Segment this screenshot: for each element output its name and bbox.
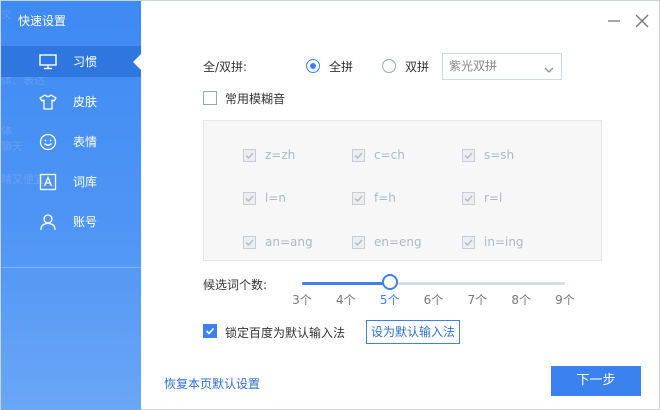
fuzzy-option-checkbox bbox=[352, 235, 365, 249]
sidebar-item-dictionary[interactable]: 词库 bbox=[1, 166, 141, 197]
sidebar-item-label: 习惯 bbox=[73, 55, 98, 69]
slider-tick-label[interactable]: 4个 bbox=[331, 291, 361, 308]
fuzzy-option-label: r=l bbox=[484, 191, 503, 205]
fuzzy-pinyin-checkbox[interactable] bbox=[203, 91, 217, 105]
pinyin-mode-label: 全/双拼: bbox=[203, 60, 248, 74]
fuzzy-option: s=sh bbox=[462, 148, 514, 162]
slider-tick-label[interactable]: 8个 bbox=[506, 291, 536, 308]
fuzzy-option-checkbox bbox=[243, 235, 256, 249]
chevron-down-icon bbox=[543, 60, 555, 73]
fuzzy-option-checkbox bbox=[462, 148, 475, 162]
slider-tick-label[interactable]: 7个 bbox=[462, 291, 492, 308]
double-pinyin-radio[interactable] bbox=[382, 59, 396, 73]
fuzzy-option-checkbox bbox=[352, 191, 365, 205]
fuzzy-option: z=zh bbox=[243, 148, 295, 162]
fuzzy-option-checkbox bbox=[352, 148, 365, 162]
smiley-icon bbox=[39, 133, 57, 151]
slider-handle[interactable] bbox=[381, 274, 398, 290]
fuzzy-option-label: en=eng bbox=[374, 235, 422, 249]
sidebar-divider bbox=[1, 267, 141, 268]
fuzzy-option: c=ch bbox=[352, 148, 405, 162]
fuzzy-option: f=h bbox=[352, 191, 396, 205]
sidebar-item-emoji[interactable]: 表情 bbox=[1, 126, 141, 157]
select-value: 紫光双拼 bbox=[449, 59, 498, 73]
sidebar-title: 快速设置 bbox=[18, 14, 67, 28]
fuzzy-pinyin-label: 常用模糊音 bbox=[225, 92, 286, 106]
candidate-count-label: 候选词个数: bbox=[203, 278, 268, 292]
fuzzy-option-checkbox bbox=[462, 191, 475, 205]
double-pinyin-scheme-select[interactable]: 紫光双拼 bbox=[442, 53, 562, 80]
slider-fill bbox=[302, 282, 390, 285]
close-icon[interactable] bbox=[632, 11, 652, 31]
sidebar-item-habit[interactable]: 习惯 bbox=[1, 46, 141, 77]
full-pinyin-label[interactable]: 全拼 bbox=[329, 58, 353, 75]
sidebar-item-label: 账号 bbox=[73, 215, 98, 229]
fuzzy-option: an=ang bbox=[243, 235, 313, 249]
full-pinyin-radio[interactable] bbox=[306, 59, 320, 73]
slider-tick-label[interactable]: 9个 bbox=[550, 291, 580, 308]
sidebar-item-account[interactable]: 账号 bbox=[1, 206, 141, 237]
fuzzy-option-checkbox bbox=[243, 148, 256, 162]
fuzzy-option-label: in=ing bbox=[484, 235, 524, 249]
fuzzy-option-label: s=sh bbox=[484, 148, 515, 162]
user-icon bbox=[39, 213, 57, 231]
sidebar-item-label: 词库 bbox=[73, 175, 98, 189]
sidebar-item-skin[interactable]: 皮肤 bbox=[1, 86, 141, 117]
minimize-icon[interactable] bbox=[604, 11, 624, 31]
lock-default-ime-checkbox[interactable] bbox=[203, 324, 217, 338]
fuzzy-option-checkbox bbox=[243, 191, 256, 205]
monitor-icon bbox=[39, 53, 57, 71]
fuzzy-option: r=l bbox=[462, 191, 502, 205]
fuzzy-option-label: f=h bbox=[374, 191, 396, 205]
fuzzy-option-label: an=ang bbox=[265, 235, 313, 249]
fuzzy-option: en=eng bbox=[352, 235, 422, 249]
sidebar-item-label: 表情 bbox=[73, 135, 98, 149]
restore-defaults-link[interactable]: 恢复本页默认设置 bbox=[164, 375, 260, 392]
lock-default-ime-label: 锁定百度为默认输入法 bbox=[225, 326, 346, 340]
fuzzy-option-label: c=ch bbox=[374, 148, 405, 162]
fuzzy-option-label: z=zh bbox=[265, 148, 296, 162]
slider-tick-label[interactable]: 6个 bbox=[419, 291, 449, 308]
next-button[interactable]: 下一步 bbox=[551, 366, 641, 396]
dictionary-icon bbox=[39, 173, 57, 191]
tshirt-icon bbox=[39, 93, 57, 111]
fuzzy-option-label: l=n bbox=[265, 191, 286, 205]
setup-window: 文 DIY、表体、表达 体聊天 精又便宜 快速设置 习惯 皮肤 表情 bbox=[0, 0, 660, 410]
fuzzy-option: in=ing bbox=[462, 235, 524, 249]
slider-tick-label[interactable]: 3个 bbox=[287, 291, 317, 308]
fuzzy-option: l=n bbox=[243, 191, 286, 205]
sidebar-nav: 习惯 皮肤 表情 词库 账号 bbox=[1, 46, 141, 230]
slider-tick-label[interactable]: 5个 bbox=[375, 291, 405, 308]
double-pinyin-label[interactable]: 双拼 bbox=[405, 58, 429, 75]
set-default-ime-button[interactable]: 设为默认输入法 bbox=[366, 320, 460, 344]
fuzzy-option-checkbox bbox=[462, 235, 475, 249]
sidebar: 文 DIY、表体、表达 体聊天 精又便宜 快速设置 习惯 皮肤 表情 bbox=[1, 1, 141, 410]
sidebar-item-label: 皮肤 bbox=[73, 95, 98, 109]
candidate-count-slider-track[interactable] bbox=[302, 282, 565, 285]
checkmark-icon bbox=[205, 327, 215, 335]
